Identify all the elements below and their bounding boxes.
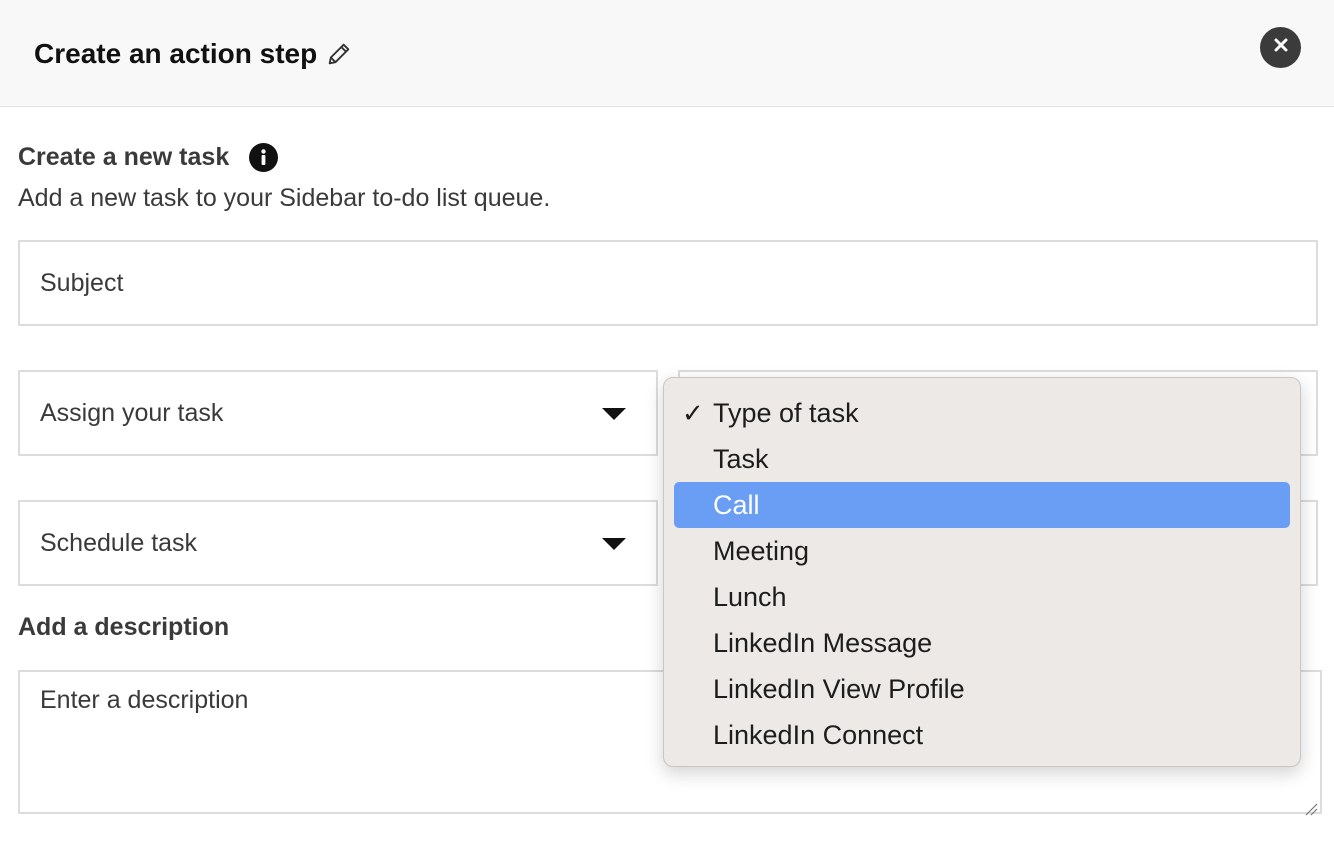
section-subtitle: Add a new task to your Sidebar to-do lis… xyxy=(18,184,551,212)
modal-header: Create an action step xyxy=(0,0,1334,107)
pencil-icon[interactable] xyxy=(325,40,353,68)
modal-title: Create an action step xyxy=(34,38,353,70)
info-icon[interactable] xyxy=(249,143,279,172)
dropdown-option-lunch[interactable]: Lunch xyxy=(674,574,1290,620)
section-title: Create a new task xyxy=(18,143,279,172)
checkmark-icon: ✓ xyxy=(682,398,704,428)
assign-task-label: Assign your task xyxy=(40,398,224,427)
create-action-step-modal: Create an action step Create a new task xyxy=(0,0,1334,860)
modal-title-text: Create an action step xyxy=(34,38,318,69)
dropdown-option-task[interactable]: Task xyxy=(674,436,1290,482)
close-icon xyxy=(1273,37,1289,58)
dropdown-option-linkedin-message[interactable]: LinkedIn Message xyxy=(674,620,1290,666)
description-placeholder: Enter a description xyxy=(40,686,249,714)
section-title-text: Create a new task xyxy=(18,143,230,171)
subject-placeholder: Subject xyxy=(40,268,124,297)
dropdown-option-linkedin-view-profile[interactable]: LinkedIn View Profile xyxy=(674,666,1290,712)
assign-task-select[interactable]: Assign your task xyxy=(18,370,658,456)
description-title: Add a description xyxy=(18,613,230,641)
dropdown-option-call[interactable]: Call xyxy=(674,482,1290,528)
schedule-task-select[interactable]: Schedule task xyxy=(18,500,658,586)
caret-down-icon xyxy=(602,538,626,550)
dropdown-option-linkedin-connect[interactable]: LinkedIn Connect xyxy=(674,712,1290,758)
resize-handle-icon[interactable] xyxy=(1302,794,1318,816)
task-type-dropdown-menu: ✓ Type of task Task Call Meeting Lunch L… xyxy=(663,377,1301,767)
dropdown-option-type-of-task[interactable]: ✓ Type of task xyxy=(674,390,1290,436)
subject-input[interactable]: Subject xyxy=(18,240,1318,326)
close-button[interactable] xyxy=(1260,27,1301,68)
schedule-task-label: Schedule task xyxy=(40,528,198,557)
caret-down-icon xyxy=(602,408,626,420)
dropdown-option-meeting[interactable]: Meeting xyxy=(674,528,1290,574)
